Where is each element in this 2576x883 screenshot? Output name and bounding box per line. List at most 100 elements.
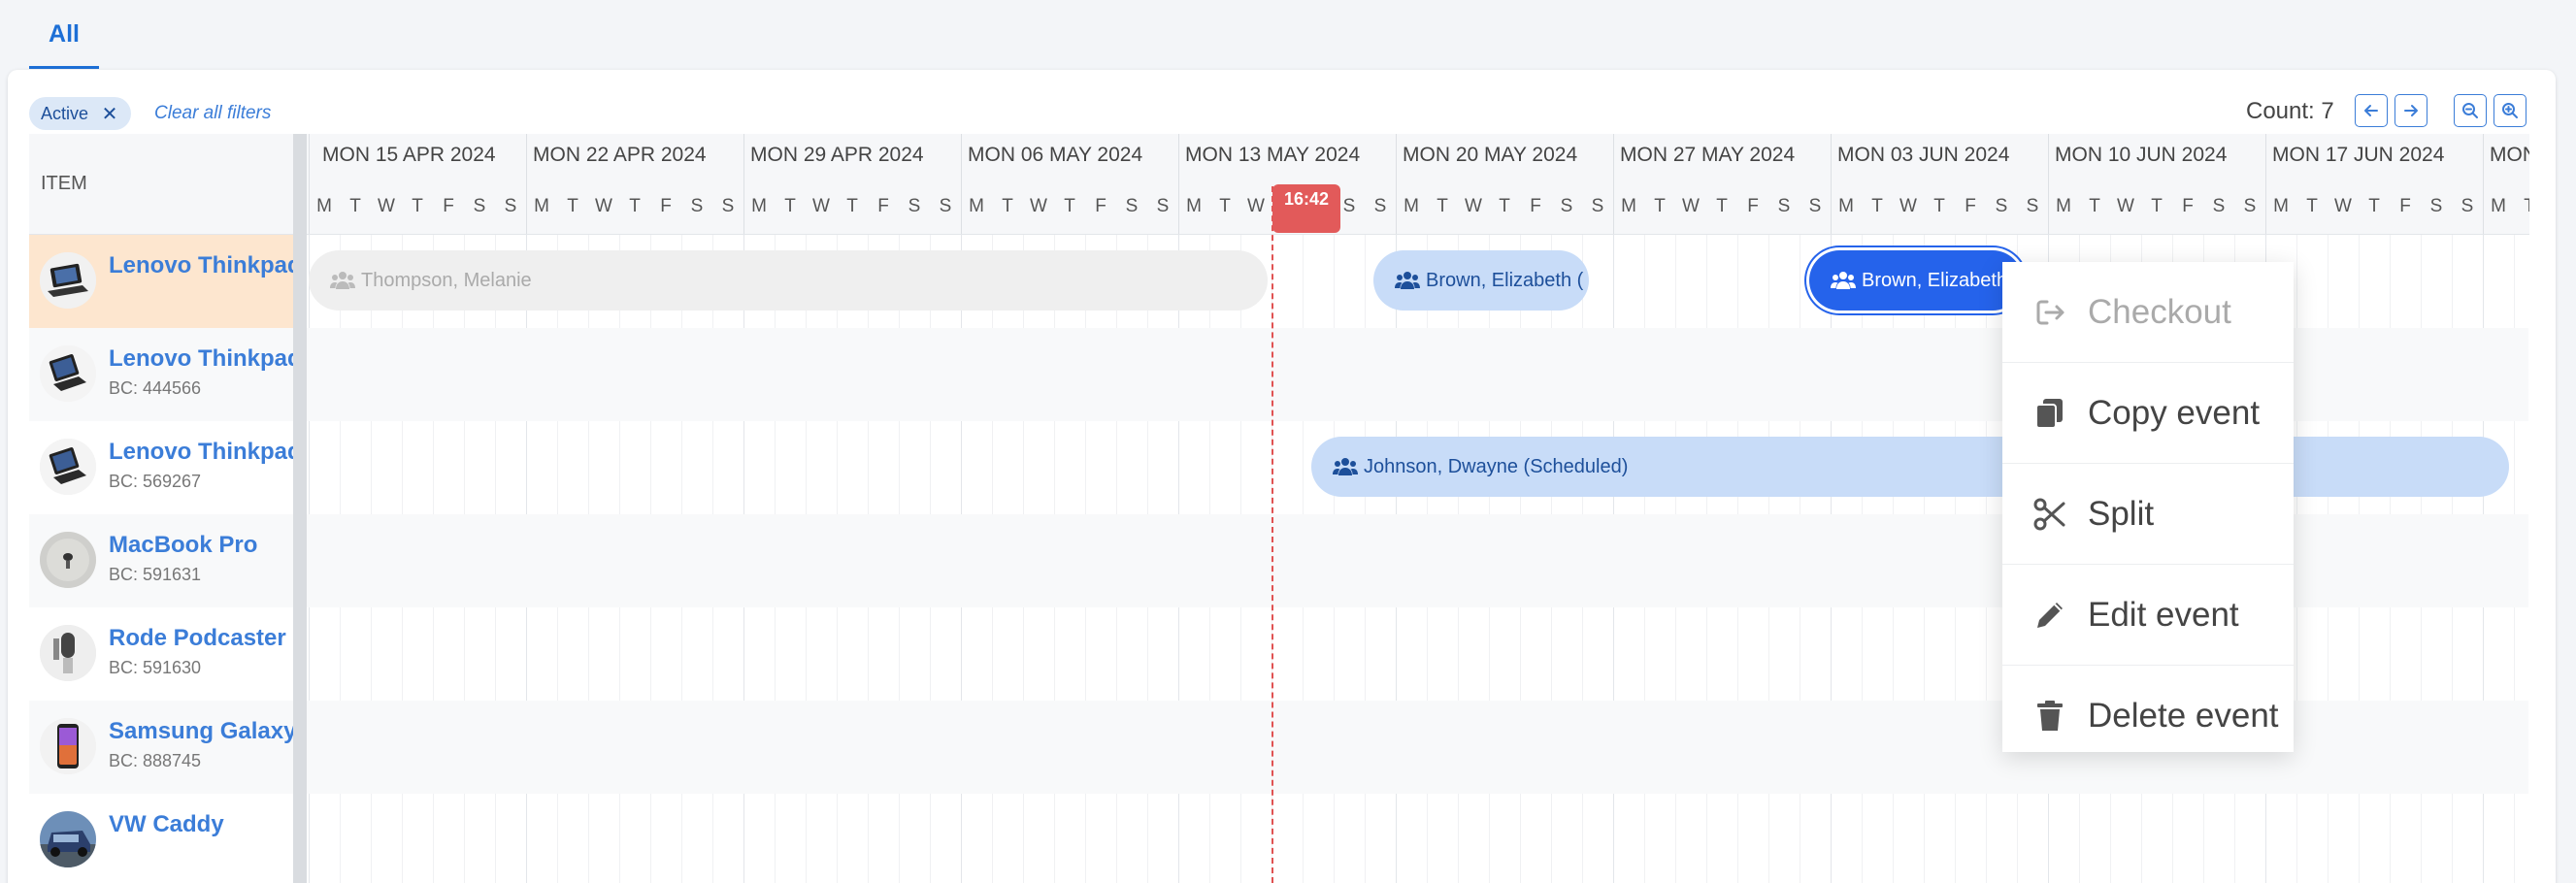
trash-icon (2037, 700, 2063, 731)
day-label: S (2212, 196, 2226, 216)
event-label: Johnson, Dwayne (Scheduled) (1364, 455, 1629, 477)
copy-icon (2035, 398, 2063, 429)
day-label: M (1186, 196, 1202, 216)
menu-item-checkout[interactable]: Checkout (2002, 262, 2294, 363)
day-label: S (1777, 196, 1791, 216)
day-label: S (908, 196, 921, 216)
day-label: T (1654, 196, 1666, 216)
day-label: T (1716, 196, 1728, 216)
menu-item-label: Delete event (2088, 696, 2279, 735)
item-name[interactable]: Lenovo Thinkpad (109, 345, 293, 373)
menu-item-delete-event[interactable]: Delete event (2002, 666, 2294, 752)
day-label: W (1030, 196, 1047, 216)
day-label: F (2182, 196, 2194, 216)
item-cell[interactable]: VW Caddy (29, 794, 293, 883)
day-label: T (1871, 196, 1883, 216)
sidebar-divider[interactable] (293, 134, 307, 883)
item-barcode: BC: 591631 (109, 565, 202, 584)
pencil-icon (2037, 602, 2063, 628)
day-label: T (2089, 196, 2100, 216)
week-divider (526, 134, 527, 234)
day-label: S (721, 196, 735, 216)
item-header-label: ITEM (41, 173, 87, 194)
day-label: F (1530, 196, 1541, 216)
prev-button[interactable] (2355, 94, 2388, 127)
item-cell[interactable]: Rode Podcaster M BC: 591630 (29, 607, 293, 701)
event-bar[interactable]: Thompson, Melanie (309, 250, 1268, 311)
day-label: W (378, 196, 395, 216)
users-icon (1831, 272, 1856, 289)
menu-item-split[interactable]: Split (2002, 464, 2294, 565)
close-icon[interactable]: ✕ (98, 102, 121, 125)
item-barcode: BC: 444566 (109, 378, 202, 398)
day-label: F (660, 196, 672, 216)
day-label: W (1682, 196, 1700, 216)
day-label: S (939, 196, 952, 216)
item-barcode: BC: 888745 (109, 751, 202, 770)
week-label: MON 06 MAY 2024 (968, 144, 1143, 166)
menu-item-label: Split (2088, 494, 2155, 533)
item-cell[interactable]: Lenovo Thinkpad BC: 569267 (29, 421, 293, 514)
item-thumbnail (40, 345, 96, 402)
day-label: M (1838, 196, 1854, 216)
table-row: VW Caddy (29, 794, 2528, 883)
item-name[interactable]: Lenovo Thinkpad (109, 252, 293, 279)
users-icon (1395, 272, 1420, 289)
week-divider (1396, 134, 1397, 234)
day-label: T (1064, 196, 1075, 216)
day-label: S (1156, 196, 1170, 216)
event-bar-selected[interactable]: Brown, Elizabeth (1809, 250, 2023, 311)
day-label: M (751, 196, 767, 216)
day-label: S (2460, 196, 2474, 216)
day-label: T (1002, 196, 1013, 216)
day-label: S (2026, 196, 2039, 216)
count-label: Count: 7 (2246, 98, 2334, 124)
day-label: W (2117, 196, 2134, 216)
tab-all[interactable]: All (29, 17, 99, 69)
day-label: M (969, 196, 984, 216)
item-name[interactable]: Samsung Galaxy A (109, 718, 293, 745)
item-cell[interactable]: Samsung Galaxy A BC: 888745 (29, 701, 293, 794)
zoom-out-button[interactable] (2454, 94, 2487, 127)
day-label: T (2151, 196, 2163, 216)
day-label: T (2368, 196, 2380, 216)
day-label: M (2056, 196, 2071, 216)
item-thumbnail (40, 532, 96, 588)
week-divider (743, 134, 744, 234)
clear-filters-link[interactable]: Clear all filters (154, 103, 271, 124)
week-label: MON 29 APR 2024 (750, 144, 924, 166)
item-cell[interactable]: MacBook Pro BC: 591631 (29, 514, 293, 607)
menu-item-copy-event[interactable]: Copy event (2002, 363, 2294, 464)
day-label: T (629, 196, 641, 216)
week-label: MON 22 APR 2024 (533, 144, 707, 166)
checkout-icon (2036, 300, 2064, 324)
zoom-in-button[interactable] (2493, 94, 2526, 127)
arrow-left-icon (2364, 105, 2378, 116)
item-thumbnail (40, 625, 96, 681)
menu-item-label: Copy event (2088, 393, 2261, 432)
item-column-header: ITEM (29, 134, 295, 235)
next-button[interactable] (2394, 94, 2427, 127)
event-bar[interactable]: Brown, Elizabeth ( (1373, 250, 1589, 311)
day-label: F (1747, 196, 1759, 216)
item-thumbnail (40, 439, 96, 495)
item-cell[interactable]: Lenovo Thinkpad BC: 444566 (29, 328, 293, 421)
menu-item-edit-event[interactable]: Edit event (2002, 565, 2294, 666)
event-bar[interactable]: Johnson, Dwayne (Scheduled) (1311, 437, 2509, 497)
day-label: F (443, 196, 454, 216)
week-divider (2048, 134, 2049, 234)
item-name[interactable]: MacBook Pro (109, 532, 257, 559)
filter-chip-active: Active ✕ (29, 97, 132, 130)
item-name[interactable]: Lenovo Thinkpad (109, 439, 293, 466)
day-label: W (595, 196, 612, 216)
item-cell[interactable]: Lenovo Thinkpad (29, 235, 293, 328)
day-label: S (1125, 196, 1139, 216)
week-label: MON 17 JUN 2024 (2272, 144, 2445, 166)
week-divider (2483, 134, 2484, 234)
day-label: W (2334, 196, 2352, 216)
item-name[interactable]: VW Caddy (109, 811, 224, 838)
item-barcode: BC: 569267 (109, 472, 202, 491)
item-name[interactable]: Rode Podcaster M (109, 625, 293, 652)
day-label: S (690, 196, 704, 216)
day-label: T (567, 196, 578, 216)
